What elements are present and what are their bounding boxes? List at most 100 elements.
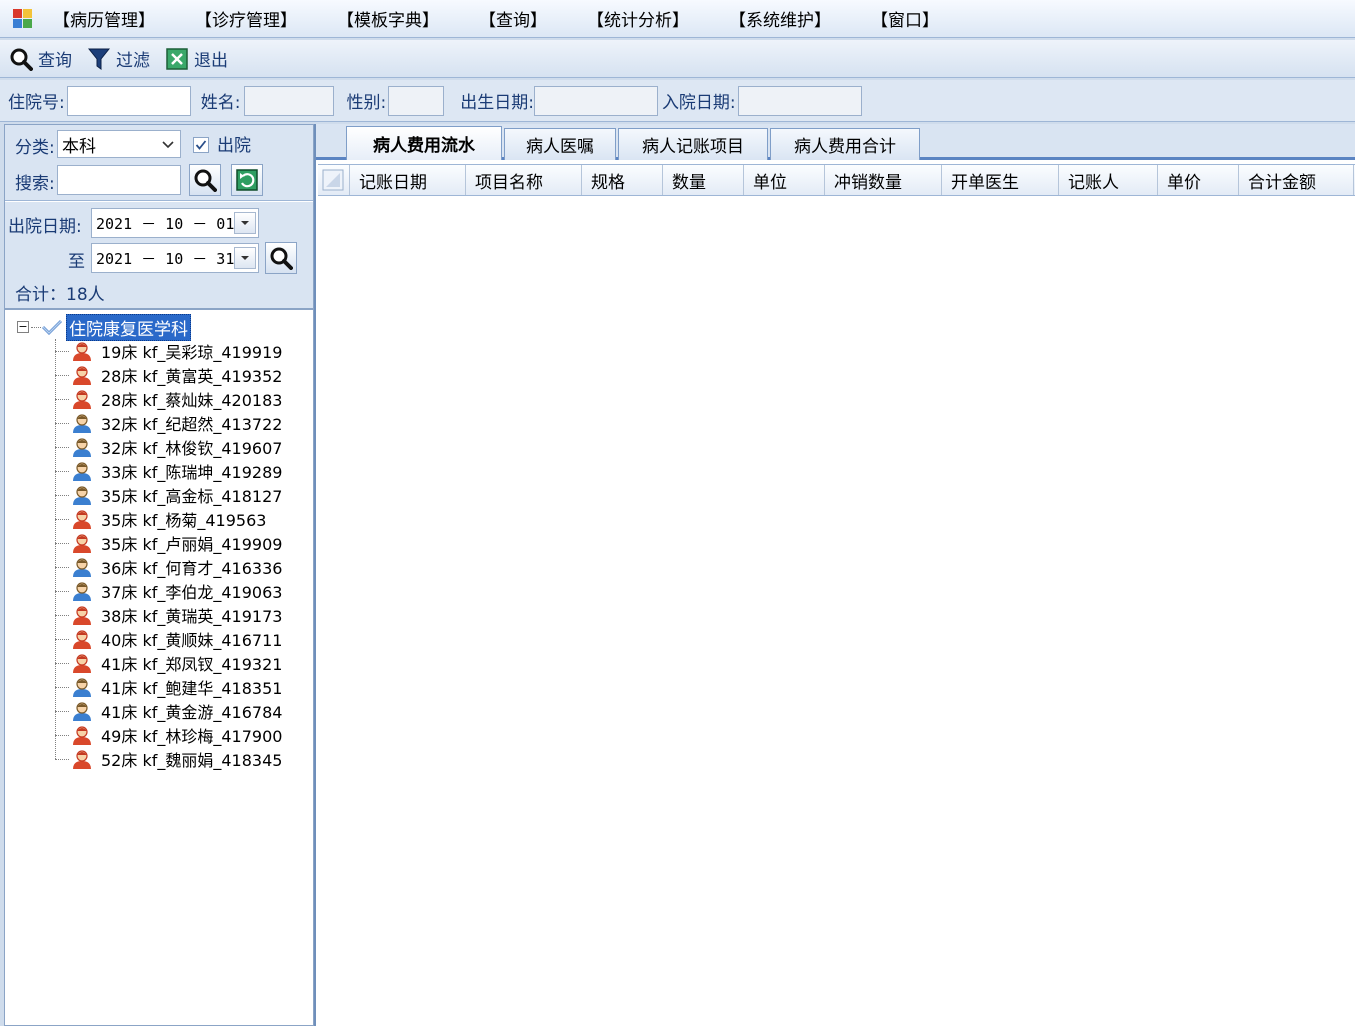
- patient-node[interactable]: 49床 kf_林珍梅_417900: [55, 723, 282, 747]
- male-patient-icon: [73, 462, 91, 481]
- query-label: 查询: [38, 51, 72, 71]
- patient-node[interactable]: 41床 kf_鲍建华_418351: [55, 675, 282, 699]
- menu-window[interactable]: 【窗口】: [871, 6, 939, 31]
- patient-label: 33床 kf_陈瑞坤_419289: [101, 463, 283, 482]
- category-label: 分类:: [15, 138, 55, 158]
- date-to-dropdown[interactable]: [234, 247, 256, 269]
- tree-search-button[interactable]: [189, 164, 221, 196]
- female-patient-icon: [73, 654, 91, 673]
- female-patient-icon: [73, 726, 91, 745]
- tree-branch: [55, 470, 69, 472]
- patient-label: 37床 kf_李伯龙_419063: [101, 583, 283, 602]
- filter-button[interactable]: 过滤: [86, 46, 150, 72]
- tab-strip: 病人费用流水 病人医嘱 病人记账项目 病人费用合计: [316, 124, 1355, 160]
- date-to-value: 2021 － 10 － 31: [96, 249, 235, 268]
- date-range-box: 出院日期: 2021 － 10 － 01 至 2021 － 10 － 31 合计…: [5, 202, 313, 310]
- admit-date-input[interactable]: [737, 85, 862, 116]
- app-icon[interactable]: [13, 8, 33, 29]
- refresh-icon: [236, 169, 258, 191]
- patient-node[interactable]: 19床 kf_吴彩琼_419919: [55, 339, 282, 363]
- patient-node[interactable]: 38床 kf_黄瑞英_419173: [55, 603, 282, 627]
- date-from-input[interactable]: 2021 － 10 － 01: [91, 208, 259, 238]
- tab-fee-total[interactable]: 病人费用合计: [770, 128, 920, 160]
- tree-branch: [55, 734, 69, 736]
- menu-query[interactable]: 【查询】: [479, 6, 547, 31]
- date-from-value: 2021 － 10 － 01: [96, 214, 235, 233]
- tree-search-input[interactable]: [57, 165, 181, 195]
- col-item-name[interactable]: 项目名称: [466, 165, 582, 195]
- search-label: 搜索:: [15, 174, 55, 194]
- female-patient-icon: [73, 606, 91, 625]
- patient-node[interactable]: 41床 kf_黄金游_416784: [55, 699, 282, 723]
- tree-branch: [55, 542, 69, 544]
- menu-system[interactable]: 【系统维护】: [729, 6, 831, 31]
- female-patient-icon: [73, 510, 91, 529]
- patient-label: 28床 kf_黄富英_419352: [101, 367, 283, 386]
- menu-medical-records[interactable]: 【病历管理】: [53, 6, 155, 31]
- tree-branch: [55, 686, 69, 688]
- col-biller[interactable]: 记账人: [1059, 165, 1158, 195]
- tree-branch: [55, 758, 69, 760]
- col-billing-date[interactable]: 记账日期: [350, 165, 466, 195]
- col-reversal-qty[interactable]: 冲销数量: [825, 165, 942, 195]
- admission-no-input[interactable]: [66, 85, 191, 116]
- patient-search-row: 住院号: 姓名: 性别: 出生日期: 入院日期:: [0, 80, 1355, 122]
- menu-templates[interactable]: 【模板字典】: [337, 6, 439, 31]
- patient-node[interactable]: 35床 kf_高金标_418127: [55, 483, 282, 507]
- refresh-button[interactable]: [231, 164, 263, 196]
- discharged-checkbox[interactable]: [193, 137, 209, 153]
- col-ordering-doctor[interactable]: 开单医生: [942, 165, 1059, 195]
- female-patient-icon: [73, 366, 91, 385]
- col-unit[interactable]: 单位: [744, 165, 825, 195]
- magnifier-icon: [194, 169, 217, 192]
- birthdate-input[interactable]: [533, 85, 658, 116]
- tree-root-node[interactable]: − 住院康复医学科: [17, 313, 191, 341]
- col-unit-price[interactable]: 单价: [1158, 165, 1239, 195]
- patient-node[interactable]: 40床 kf_黄顺妹_416711: [55, 627, 282, 651]
- tab-billing-items[interactable]: 病人记账项目: [618, 128, 768, 160]
- patient-node[interactable]: 35床 kf_杨菊_419563: [55, 507, 266, 531]
- tab-fee-flow[interactable]: 病人费用流水: [346, 126, 502, 160]
- patient-node[interactable]: 36床 kf_何育才_416336: [55, 555, 282, 579]
- select-all-cell[interactable]: [318, 165, 350, 195]
- name-input[interactable]: [244, 85, 335, 116]
- tree-root-label: 住院康复医学科: [66, 313, 191, 341]
- exit-button[interactable]: 退出: [164, 46, 228, 72]
- patient-node[interactable]: 52床 kf_魏丽娟_418345: [55, 747, 282, 771]
- male-patient-icon: [73, 582, 91, 601]
- gender-label: 性别:: [346, 93, 387, 113]
- tab-orders[interactable]: 病人医嘱: [504, 128, 616, 160]
- patient-node[interactable]: 28床 kf_蔡灿妹_420183: [55, 387, 282, 411]
- date-search-button[interactable]: [265, 242, 297, 274]
- birthdate-label: 出生日期:: [460, 93, 534, 113]
- tree-branch: [55, 590, 69, 592]
- patient-node[interactable]: 41床 kf_郑凤钗_419321: [55, 651, 282, 675]
- col-quantity[interactable]: 数量: [663, 165, 744, 195]
- date-from-dropdown[interactable]: [234, 212, 256, 234]
- col-total-amount[interactable]: 合计金额: [1239, 165, 1354, 195]
- patient-label: 41床 kf_黄金游_416784: [101, 703, 283, 722]
- tree-branch: [55, 446, 69, 448]
- tree-branch: [55, 566, 69, 568]
- patient-node[interactable]: 32床 kf_纪超然_413722: [55, 411, 282, 435]
- date-to-input[interactable]: 2021 － 10 － 31: [91, 243, 259, 273]
- patient-node[interactable]: 33床 kf_陈瑞坤_419289: [55, 459, 282, 483]
- patient-label: 41床 kf_鲍建华_418351: [101, 679, 283, 698]
- collapse-icon[interactable]: −: [17, 321, 29, 333]
- patient-label: 41床 kf_郑凤钗_419321: [101, 655, 283, 674]
- funnel-icon: [86, 46, 112, 72]
- gender-input[interactable]: [388, 85, 445, 116]
- patient-node[interactable]: 28床 kf_黄富英_419352: [55, 363, 282, 387]
- patient-node[interactable]: 37床 kf_李伯龙_419063: [55, 579, 282, 603]
- menu-statistics[interactable]: 【统计分析】: [587, 6, 689, 31]
- patient-node[interactable]: 35床 kf_卢丽娟_419909: [55, 531, 282, 555]
- toolbar: 查询 过滤 退出: [0, 40, 1355, 78]
- tree-branch: [55, 350, 69, 352]
- filter-label: 过滤: [116, 51, 150, 71]
- col-spec[interactable]: 规格: [582, 165, 663, 195]
- menu-diagnosis[interactable]: 【诊疗管理】: [195, 6, 297, 31]
- query-button[interactable]: 查询: [8, 46, 72, 72]
- category-select[interactable]: 本科: [57, 130, 181, 158]
- patient-node[interactable]: 32床 kf_林俊钦_419607: [55, 435, 282, 459]
- female-patient-icon: [73, 630, 91, 649]
